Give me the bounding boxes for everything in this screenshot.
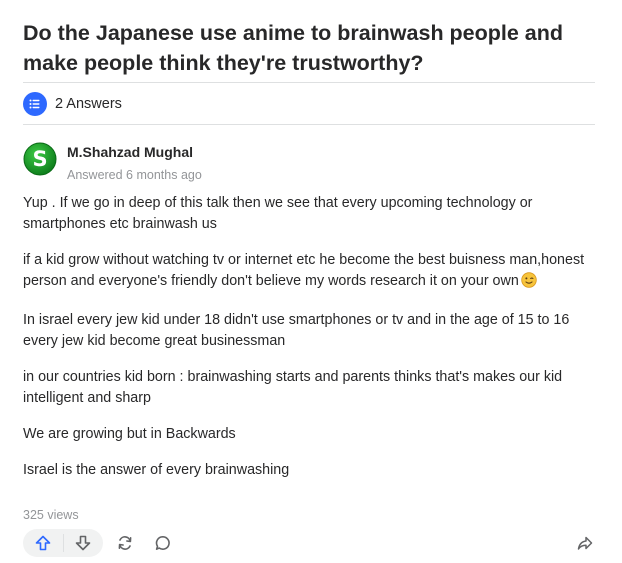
answer-paragraph: Israel is the answer of every brainwashi… bbox=[23, 462, 290, 478]
divider bbox=[23, 82, 595, 83]
reshare-icon bbox=[118, 536, 132, 550]
answer-paragraph: We are growing but in Backwards bbox=[23, 426, 236, 442]
comment-icon bbox=[155, 536, 170, 550]
downvote-arrow-icon bbox=[75, 535, 91, 551]
upvote-arrow-icon bbox=[35, 535, 51, 551]
share-button[interactable] bbox=[571, 529, 599, 557]
answer-paragraph: Yup . If we go in deep of this talk then… bbox=[23, 195, 533, 232]
answer-body: Yup . If we go in deep of this talk then… bbox=[23, 193, 595, 496]
answers-count-label: 2 Answers bbox=[55, 96, 122, 112]
avatar-letter: S bbox=[32, 147, 47, 171]
divider bbox=[23, 124, 595, 125]
views-count[interactable]: 325 views bbox=[23, 508, 79, 522]
reshare-button[interactable] bbox=[111, 529, 139, 557]
answer-paragraph: In israel every jew kid under 18 didn't … bbox=[23, 312, 570, 349]
answered-timestamp[interactable]: Answered 6 months ago bbox=[67, 168, 202, 182]
vote-buttons bbox=[23, 529, 103, 557]
question-title[interactable]: Do the Japanese use anime to brainwash p… bbox=[23, 18, 583, 78]
answers-count-row[interactable]: 2 Answers bbox=[23, 92, 122, 116]
downvote-button[interactable] bbox=[63, 529, 103, 557]
author-name[interactable]: M.Shahzad Mughal bbox=[67, 144, 193, 160]
avatar[interactable]: S bbox=[23, 142, 57, 176]
answer-paragraph: if a kid grow without watching tv or int… bbox=[23, 250, 595, 295]
upvote-button[interactable] bbox=[23, 529, 63, 557]
answer-author: S M.Shahzad Mughal Answered 6 months ago bbox=[23, 142, 583, 182]
comment-button[interactable] bbox=[149, 529, 177, 557]
list-icon bbox=[23, 92, 47, 116]
answer-paragraph: in our countries kid born : brainwashing… bbox=[23, 369, 563, 406]
winking-face-icon bbox=[521, 272, 537, 295]
share-arrow-icon bbox=[577, 536, 593, 550]
